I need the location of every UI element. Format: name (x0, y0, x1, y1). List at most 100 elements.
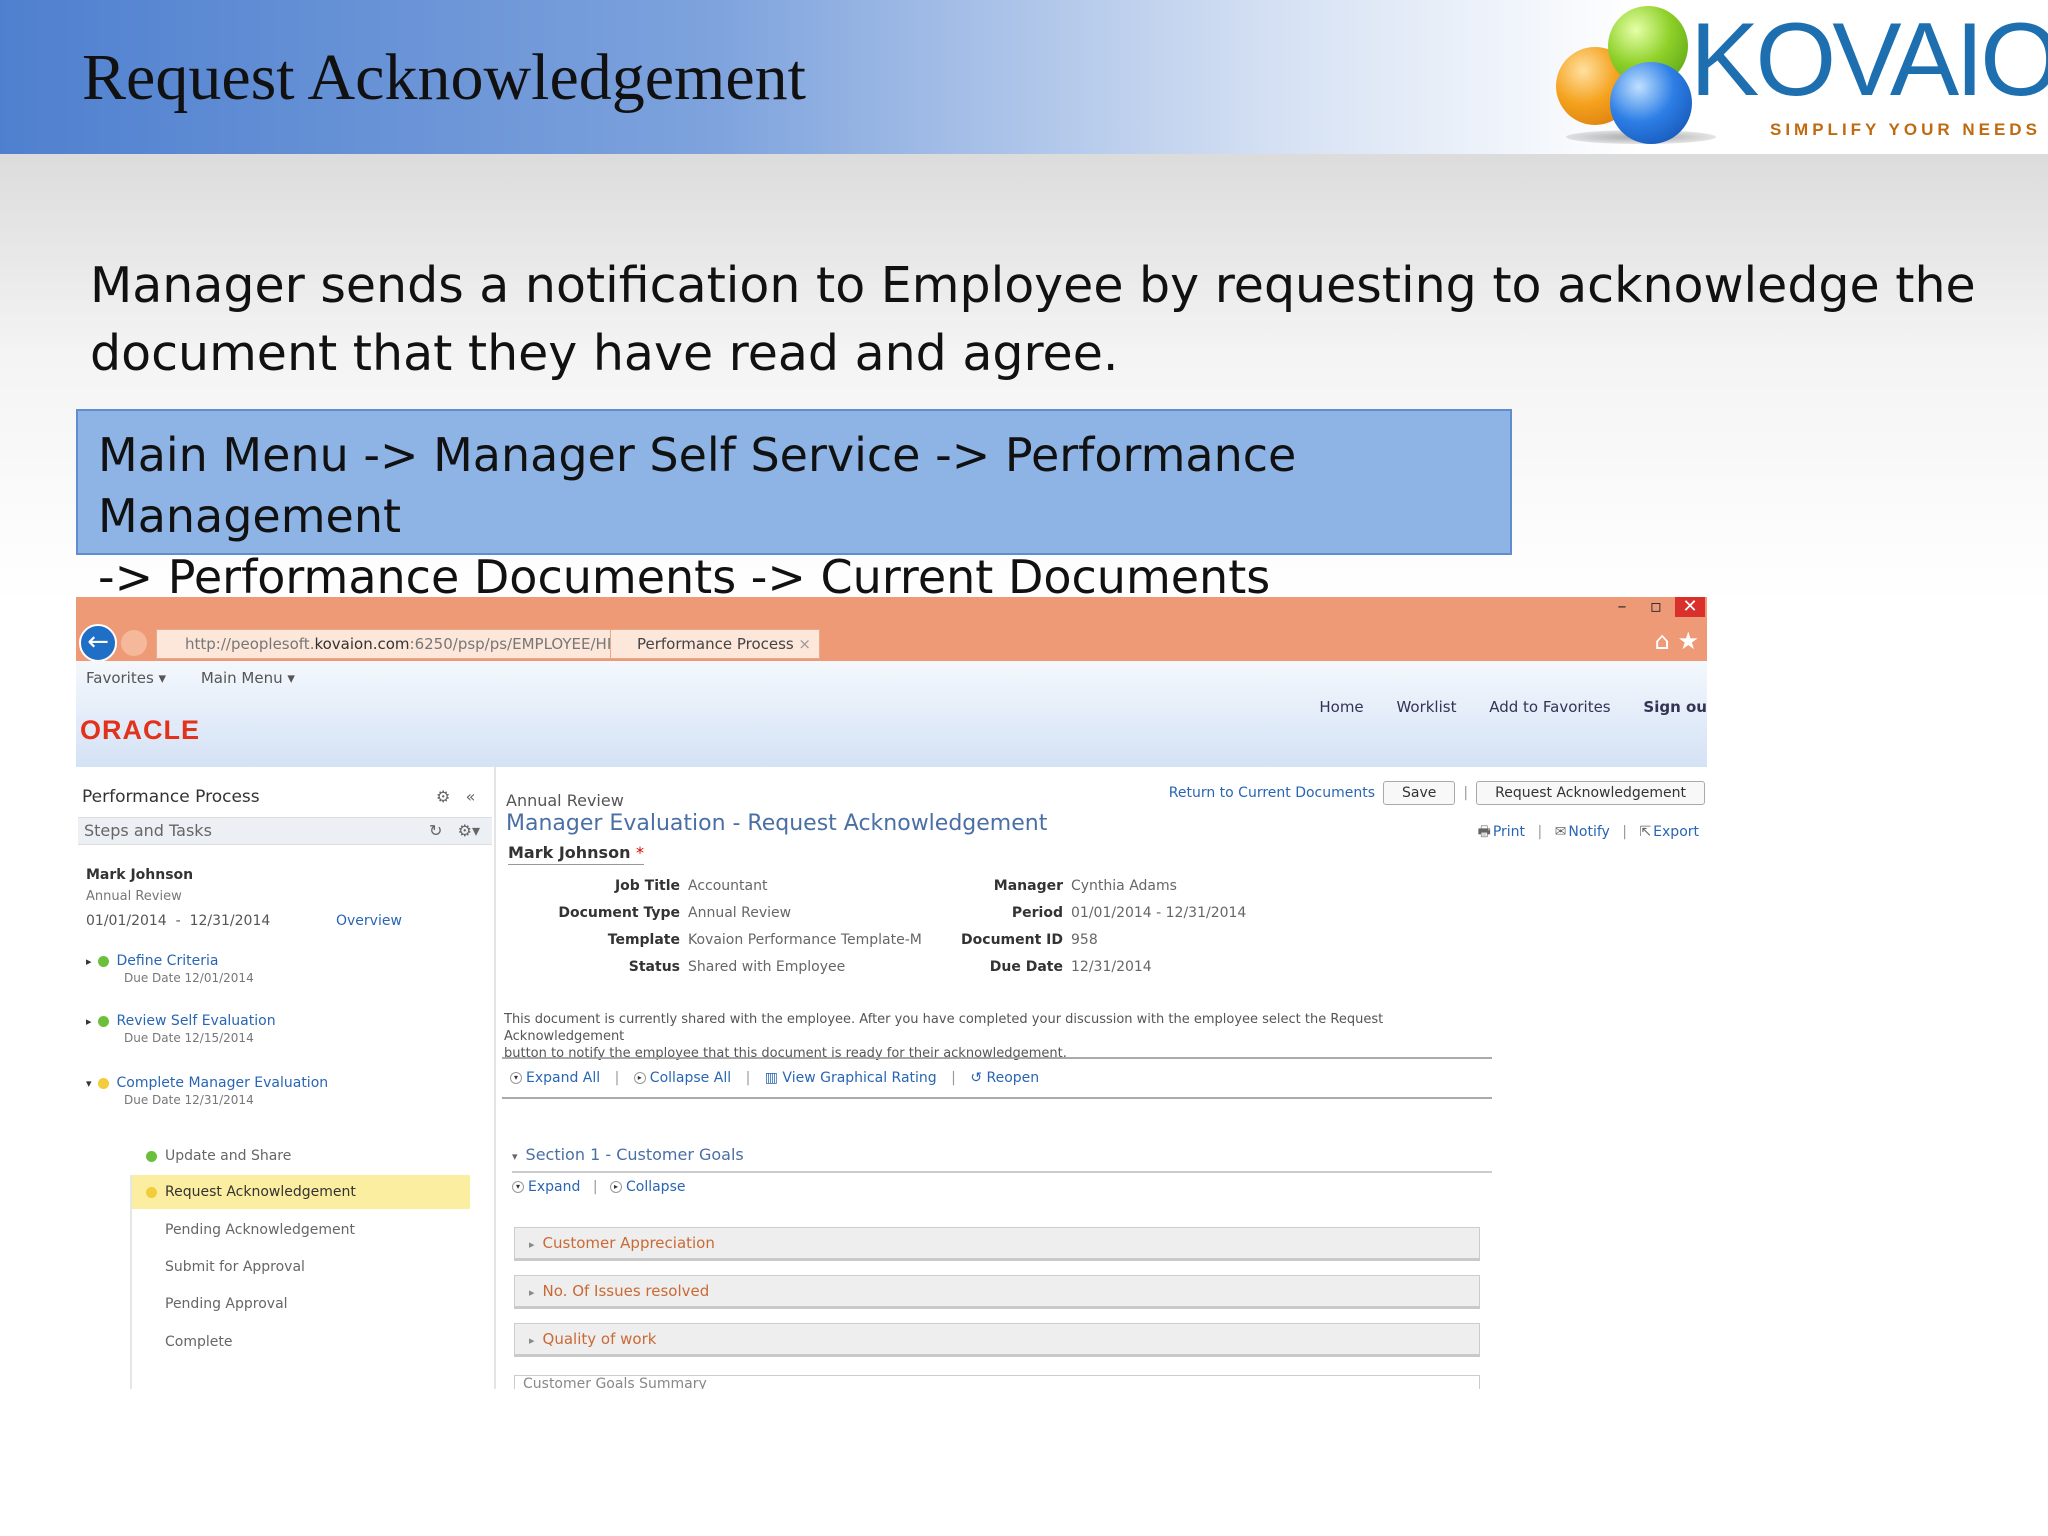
field-label: Document Type (558, 905, 680, 921)
add-to-favorites-link[interactable]: Add to Favorites (1489, 698, 1610, 716)
substep-pending-acknowledgement[interactable]: Pending Acknowledgement (132, 1213, 470, 1247)
steps-and-tasks-header[interactable]: Steps and Tasks ↻ ⚙▾ (78, 817, 492, 845)
browser-tab[interactable]: Performance Process × (610, 629, 820, 659)
notify-icon[interactable]: ✉ (1555, 824, 1567, 840)
required-marker: * (636, 843, 645, 862)
collapse-all-icon[interactable]: ▸ (633, 1072, 646, 1084)
substep-submit-for-approval[interactable]: Submit for Approval (132, 1250, 470, 1284)
document-view-toolbar: ▾ Expand All | ▸ Collapse All | ▥ View Gra… (502, 1057, 1492, 1099)
print-link[interactable]: Print (1493, 824, 1525, 840)
return-to-current-documents-link[interactable]: Return to Current Documents (1169, 785, 1375, 801)
period-separator: - (175, 913, 181, 929)
expand-link[interactable]: Expand (528, 1179, 580, 1195)
url-domain: kovaion.com (314, 635, 410, 653)
expand-icon[interactable]: ▾ (512, 1181, 524, 1193)
field-label: Due Date (989, 959, 1063, 975)
substep-label: Pending Approval (165, 1296, 288, 1312)
print-icon[interactable]: 🖶 (1478, 824, 1491, 840)
step-review-self-evaluation[interactable]: ▸ Review Self Evaluation Due Date 12/15/2… (86, 1013, 276, 1045)
expand-triangle-icon[interactable]: ▸ (529, 1238, 535, 1251)
goal-issues-resolved[interactable]: ▸ No. Of Issues resolved (514, 1275, 1480, 1309)
collapse-triangle-icon[interactable]: ▾ (512, 1150, 518, 1163)
field-document-type: Document Type Annual Review (500, 905, 791, 921)
sign-out-link[interactable]: Sign ou (1643, 698, 1707, 716)
back-arrow-icon[interactable]: ← (79, 624, 117, 662)
main-menu[interactable]: Main Menu ▾ (201, 669, 295, 687)
field-value: Accountant (688, 878, 768, 894)
reopen-link[interactable]: Reopen (987, 1070, 1040, 1086)
substep-complete[interactable]: Complete (132, 1325, 470, 1359)
close-icon[interactable]: ✕ (1675, 597, 1705, 617)
expand-all-icon[interactable]: ▾ (510, 1072, 522, 1084)
step-label[interactable]: Complete Manager Evaluation (117, 1075, 329, 1091)
notify-link[interactable]: Notify (1568, 824, 1609, 840)
maximize-icon[interactable]: ▫ (1641, 597, 1671, 617)
expand-triangle-icon[interactable]: ▸ (529, 1286, 535, 1299)
save-button[interactable]: Save (1383, 781, 1456, 805)
separator: | (614, 1070, 620, 1086)
graphical-rating-icon[interactable]: ▥ (765, 1070, 783, 1086)
peoplesoft-screenshot: – ▫ ✕ ← http://peoplesoft.kovaion.com:62… (76, 597, 1707, 1389)
field-label: Period (1011, 905, 1063, 921)
collapse-link[interactable]: Collapse (626, 1179, 686, 1195)
field-period: Period 01/01/2014 - 12/31/2014 (883, 905, 1246, 921)
separator: | (1622, 824, 1627, 840)
logo-wordmark: KOVAION (1690, 2, 2048, 118)
request-acknowledgement-button[interactable]: Request Acknowledgement (1476, 781, 1705, 805)
substep-label: Request Acknowledgement (165, 1184, 356, 1200)
document-type-label: Annual Review (506, 791, 624, 810)
home-favorites-icons[interactable]: ⌂ ★ (1655, 627, 1699, 655)
goal-quality-of-work[interactable]: ▸ Quality of work (514, 1323, 1480, 1357)
separator: | (745, 1070, 751, 1086)
step-due-date: Due Date 12/01/2014 (124, 971, 254, 985)
substep-update-and-share[interactable]: Update and Share (132, 1139, 470, 1173)
complete-status-icon (146, 1150, 157, 1162)
collapse-triangle-icon[interactable]: ▾ (86, 1077, 92, 1090)
favorites-menu[interactable]: Favorites ▾ (86, 669, 166, 687)
overview-link[interactable]: Overview (336, 913, 402, 929)
expand-triangle-icon[interactable]: ▸ (86, 1015, 92, 1028)
step-define-criteria[interactable]: ▸ Define Criteria Due Date 12/01/2014 (86, 953, 254, 985)
peoplesoft-menu: Favorites ▾ Main Menu ▾ (86, 669, 325, 687)
field-label: Job Title (614, 878, 680, 894)
step-due-date: Due Date 12/31/2014 (124, 1093, 254, 1107)
customer-goals-summary[interactable]: Customer Goals Summary (514, 1375, 1480, 1389)
field-label: Template (607, 932, 680, 948)
export-icon[interactable]: ⇱ (1639, 824, 1651, 840)
address-bar[interactable]: http://peoplesoft.kovaion.com:6250/psp/p… (156, 629, 682, 659)
reopen-icon[interactable]: ↺ (970, 1070, 986, 1086)
panel-settings-collapse-icons[interactable]: ⚙ « (436, 787, 475, 806)
home-link[interactable]: Home (1319, 698, 1363, 716)
document-instructions: This document is currently shared with t… (504, 1011, 1404, 1062)
export-link[interactable]: Export (1653, 824, 1699, 840)
step-complete-manager-evaluation[interactable]: ▾ Complete Manager Evaluation Due Date 12… (86, 1075, 328, 1107)
step-label[interactable]: Review Self Evaluation (117, 1013, 276, 1029)
tab-close-icon[interactable]: × (798, 630, 811, 658)
refresh-options-icons[interactable]: ↻ ⚙▾ (429, 818, 480, 844)
field-value: 12/31/2014 (1071, 959, 1152, 975)
view-graphical-rating-link[interactable]: View Graphical Rating (782, 1070, 936, 1086)
section-header[interactable]: ▾ Section 1 - Customer Goals (512, 1145, 744, 1164)
minimize-icon[interactable]: – (1607, 597, 1637, 617)
document-main-area: Annual Review Manager Evaluation - Reque… (500, 767, 1707, 1389)
expand-all-link[interactable]: Expand All (526, 1070, 600, 1086)
window-controls: – ▫ ✕ (1603, 597, 1705, 617)
url-prefix: http://peoplesoft. (185, 635, 315, 653)
goal-customer-appreciation[interactable]: ▸ Customer Appreciation (514, 1227, 1480, 1261)
substep-label: Complete (165, 1334, 233, 1350)
document-title: Manager Evaluation - Request Acknowledge… (506, 811, 1048, 836)
substep-pending-approval[interactable]: Pending Approval (132, 1287, 470, 1321)
collapse-icon[interactable]: ▸ (609, 1181, 622, 1193)
expand-triangle-icon[interactable]: ▸ (529, 1334, 535, 1347)
forward-arrow-icon[interactable] (121, 630, 147, 656)
expand-triangle-icon[interactable]: ▸ (86, 955, 92, 968)
collapse-all-link[interactable]: Collapse All (650, 1070, 731, 1086)
goal-label: Quality of work (542, 1330, 657, 1348)
substep-label: Update and Share (165, 1148, 292, 1164)
navigation-path-box: Main Menu -> Manager Self Service -> Per… (76, 409, 1512, 604)
section-expand-controls: ▾ Expand | ▸ Collapse (512, 1179, 685, 1195)
browser-toolbar: – ▫ ✕ ← http://peoplesoft.kovaion.com:62… (76, 597, 1707, 662)
worklist-link[interactable]: Worklist (1396, 698, 1456, 716)
step-label[interactable]: Define Criteria (117, 953, 219, 969)
substep-request-acknowledgement[interactable]: Request Acknowledgement (132, 1175, 470, 1209)
